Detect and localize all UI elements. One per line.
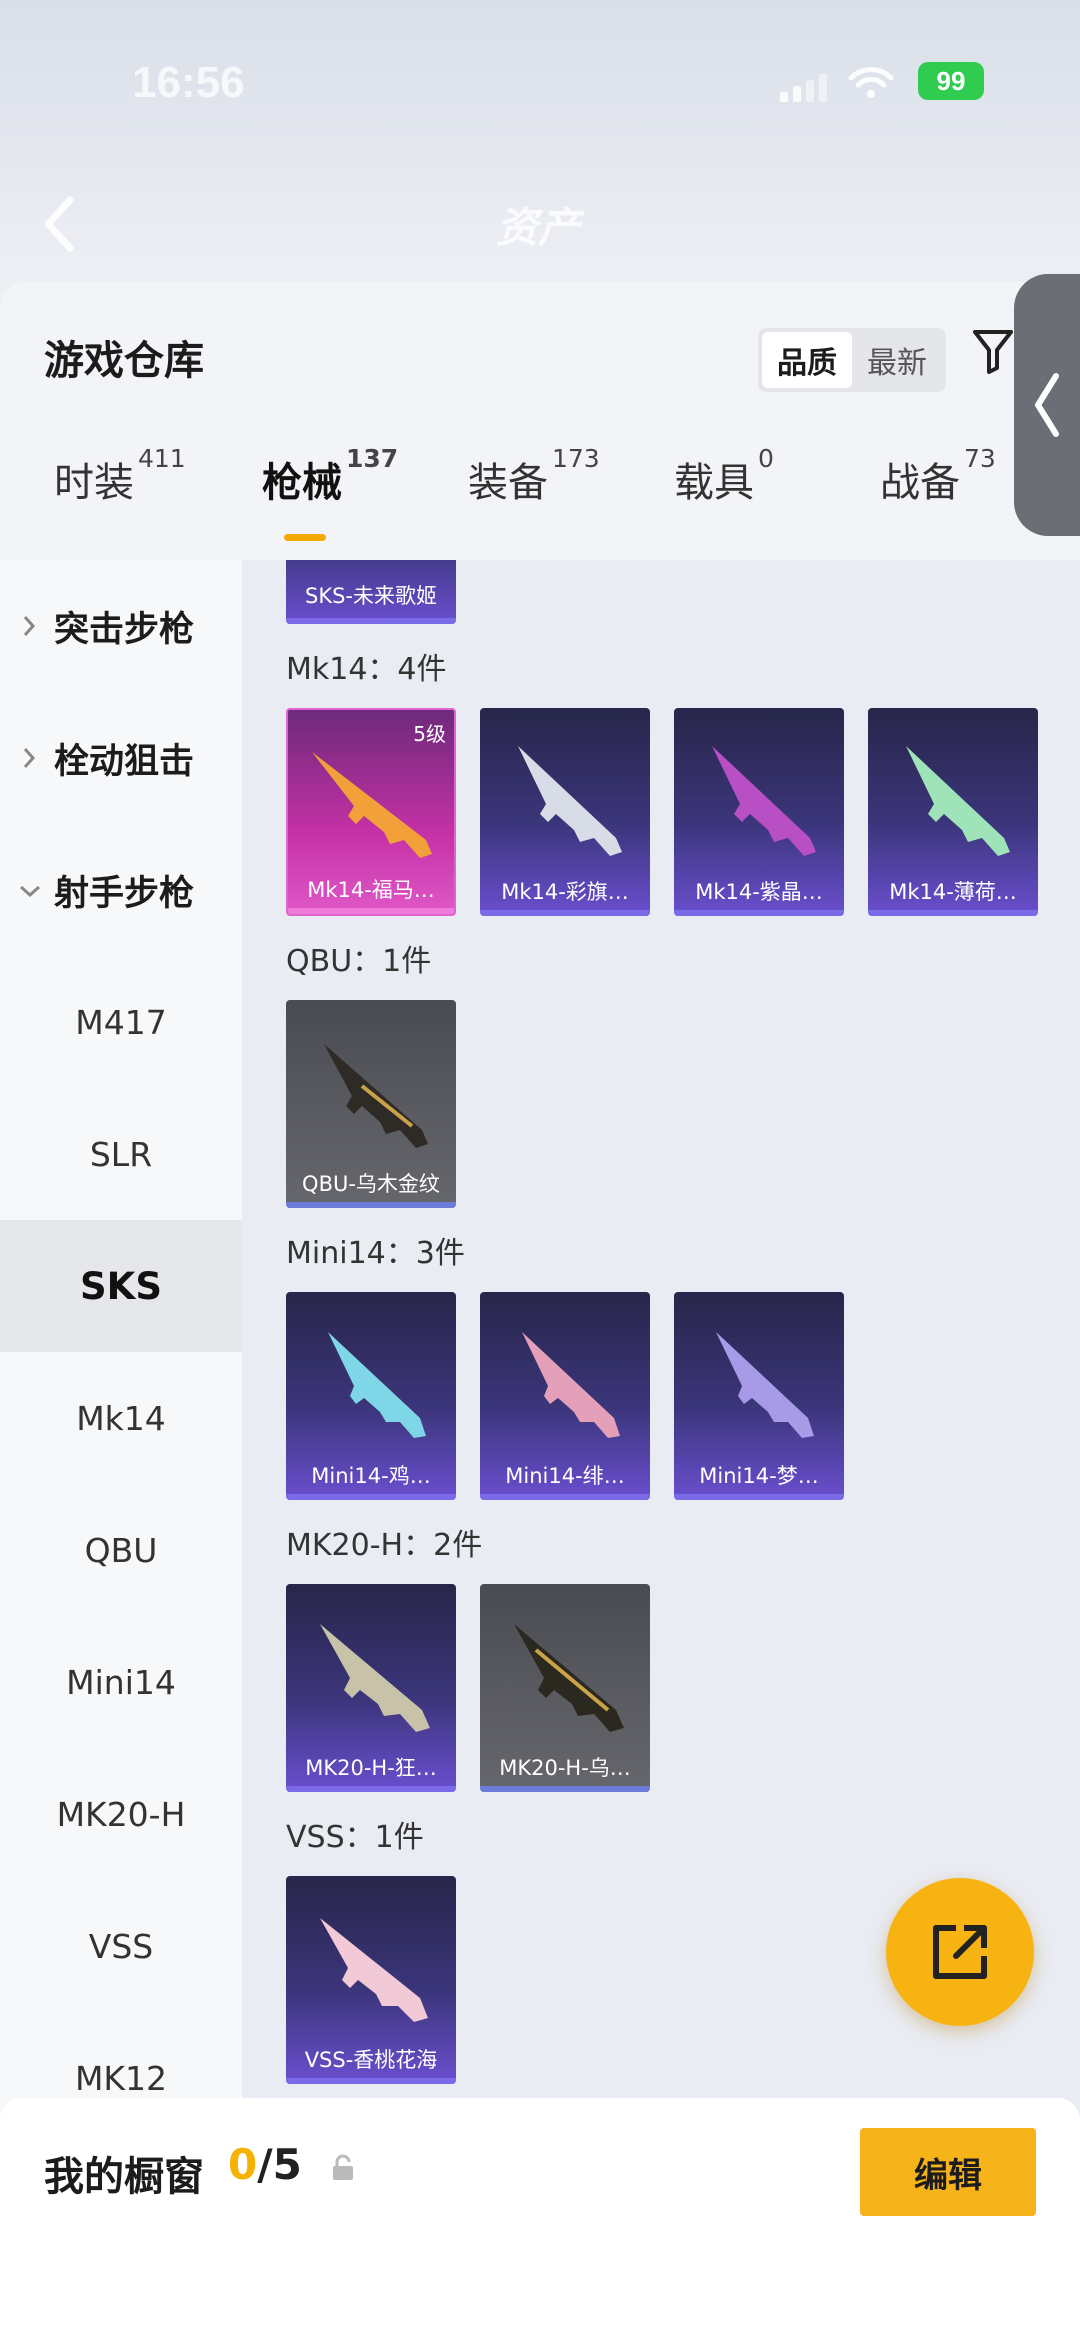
skin-name: MK20-H-狂… [305,1756,437,1780]
rarity-bar [286,1494,456,1500]
rifle-icon [514,1624,624,1732]
rarity-bar [674,910,844,916]
group-label-mk14: Mk14：4件 [286,652,447,687]
chevron-right-icon [23,748,36,768]
category-tabs: 时装411 枪械137 装备173 载具0 战备73 [0,444,1080,540]
sort-newest-button[interactable]: 最新 [852,332,942,388]
rarity-bar [480,1494,650,1500]
skin-card[interactable]: Mk14-紫晶… [674,708,844,916]
tab-vehicles[interactable]: 载具0 [674,444,774,508]
skin-name: Mini14-梦… [699,1464,819,1488]
skin-card[interactable]: Mk14-薄荷… [868,708,1038,916]
tab-weapons[interactable]: 枪械137 [262,444,398,508]
skin-name: Mk14-薄荷… [889,880,1017,904]
status-time: 16:56 [132,58,245,107]
sidebar-item-assault-rifle[interactable]: 突击步枪 [0,560,242,692]
sidebar-item-qbu[interactable]: QBU [0,1484,242,1616]
showcase-label: 我的橱窗 [44,2154,204,2200]
skin-name: Mk14-彩旗… [501,880,629,904]
sheet-header: 游戏仓库 品质 最新 [0,274,1080,536]
skin-name: Mk14-福马… [307,878,435,902]
skin-card[interactable]: MK20-H-乌… [480,1584,650,1792]
sidebar-item-bolt-sniper[interactable]: 栓动狙击 [0,692,242,824]
rifle-icon [716,1332,814,1438]
active-tab-indicator [284,534,326,541]
rarity-bar [286,1202,456,1208]
back-icon[interactable] [40,194,80,254]
weapon-list: SKS-未来歌姬 Mk14：4件 5级 Mk14-福马… Mk14-彩旗… Mk… [242,560,1080,2341]
sort-quality-button[interactable]: 品质 [762,332,852,388]
sidebar-item-sks[interactable]: SKS [0,1220,242,1352]
group-label-mini14: Mini14：3件 [286,1236,465,1271]
rifle-icon [522,1332,620,1438]
rarity-bar [674,1494,844,1500]
rarity-bar [288,908,454,914]
rifle-icon [518,746,622,856]
chevron-down-icon [20,885,40,898]
page-title: 游戏仓库 [44,338,204,384]
skin-card[interactable]: SKS-未来歌姬 [286,560,456,624]
rarity-bar [868,910,1038,916]
skin-name: QBU-乌木金纹 [302,1172,440,1196]
skin-card[interactable]: QBU-乌木金纹 [286,1000,456,1208]
edit-button[interactable]: 编辑 [860,2128,1036,2216]
rarity-bar [480,910,650,916]
tab-supplies[interactable]: 战备73 [880,444,996,508]
sort-toggle: 品质 最新 [758,328,946,392]
skin-card[interactable]: Mk14-彩旗… [480,708,650,916]
rarity-bar [286,618,456,624]
skin-card[interactable]: Mini14-梦… [674,1292,844,1500]
share-icon [933,1925,987,1979]
nav-bar: 资产 [0,180,1080,270]
skin-name: MK20-H-乌… [499,1756,631,1780]
sidebar-item-dmr[interactable]: 射手步枪 [0,824,242,956]
blurred-backdrop: 16:56 99 资产 [0,0,1080,300]
warehouse-sheet: 游戏仓库 品质 最新 时装411 枪械137 装备173 载具0 战备73 突击… [0,274,1080,2341]
sidebar-item-slr[interactable]: SLR [0,1088,242,1220]
rarity-bar [286,2078,456,2084]
sidebar-item-mk20h[interactable]: MK20-H [0,1748,242,1880]
wifi-icon [848,67,894,98]
skin-card[interactable]: Mini14-绯… [480,1292,650,1500]
rifle-icon [320,1624,430,1732]
rifle-icon [906,746,1010,856]
group-label-mk20h: MK20-H：2件 [286,1528,483,1563]
rifle-icon [320,1918,428,2022]
skin-name: Mini14-鸡… [311,1464,431,1488]
skin-name: SKS-未来歌姬 [304,584,437,608]
sidebar-item-mini14[interactable]: Mini14 [0,1616,242,1748]
sidebar-item-m417[interactable]: M417 [0,956,242,1088]
showcase-bar: 我的橱窗 0/5 编辑 [0,2098,1080,2341]
group-label-vss: VSS：1件 [286,1820,424,1855]
rifle-icon [324,1044,428,1148]
filter-icon[interactable] [972,328,1014,376]
sidebar-item-mk14[interactable]: Mk14 [0,1352,242,1484]
showcase-count: 0/5 [228,2140,302,2189]
chevron-right-icon [23,616,36,636]
status-bar: 16:56 99 [0,40,1080,120]
tab-equipment[interactable]: 装备173 [468,444,600,508]
battery-indicator: 99 [918,62,984,100]
rarity-bar [480,1786,650,1792]
rifle-icon [328,1332,426,1438]
rarity-bar [286,1786,456,1792]
sidebar-item-vss[interactable]: VSS [0,1880,242,2012]
group-label-qbu: QBU：1件 [286,944,432,979]
skin-card[interactable]: VSS-香桃花海 [286,1876,456,2084]
rifle-icon [712,746,816,856]
skin-card[interactable]: 5级 Mk14-福马… [286,708,456,916]
skin-card[interactable]: MK20-H-狂… [286,1584,456,1792]
skin-name: VSS-香桃花海 [304,2048,438,2072]
lock-icon [333,2154,353,2180]
skin-name: Mini14-绯… [505,1464,625,1488]
chevron-left-icon [1035,373,1059,437]
skin-name: Mk14-紫晶… [695,880,823,904]
weapon-category-sidebar: 突击步枪 栓动狙击 射手步枪 M417 SLR SKS Mk14 QBU Min… [0,560,242,2341]
tab-outfits[interactable]: 时装411 [54,444,186,508]
skin-card[interactable]: Mini14-鸡… [286,1292,456,1500]
share-button[interactable] [886,1878,1034,2026]
rifle-icon [312,752,432,858]
signal-icon [780,74,827,102]
nav-title: 资产 [496,203,581,252]
